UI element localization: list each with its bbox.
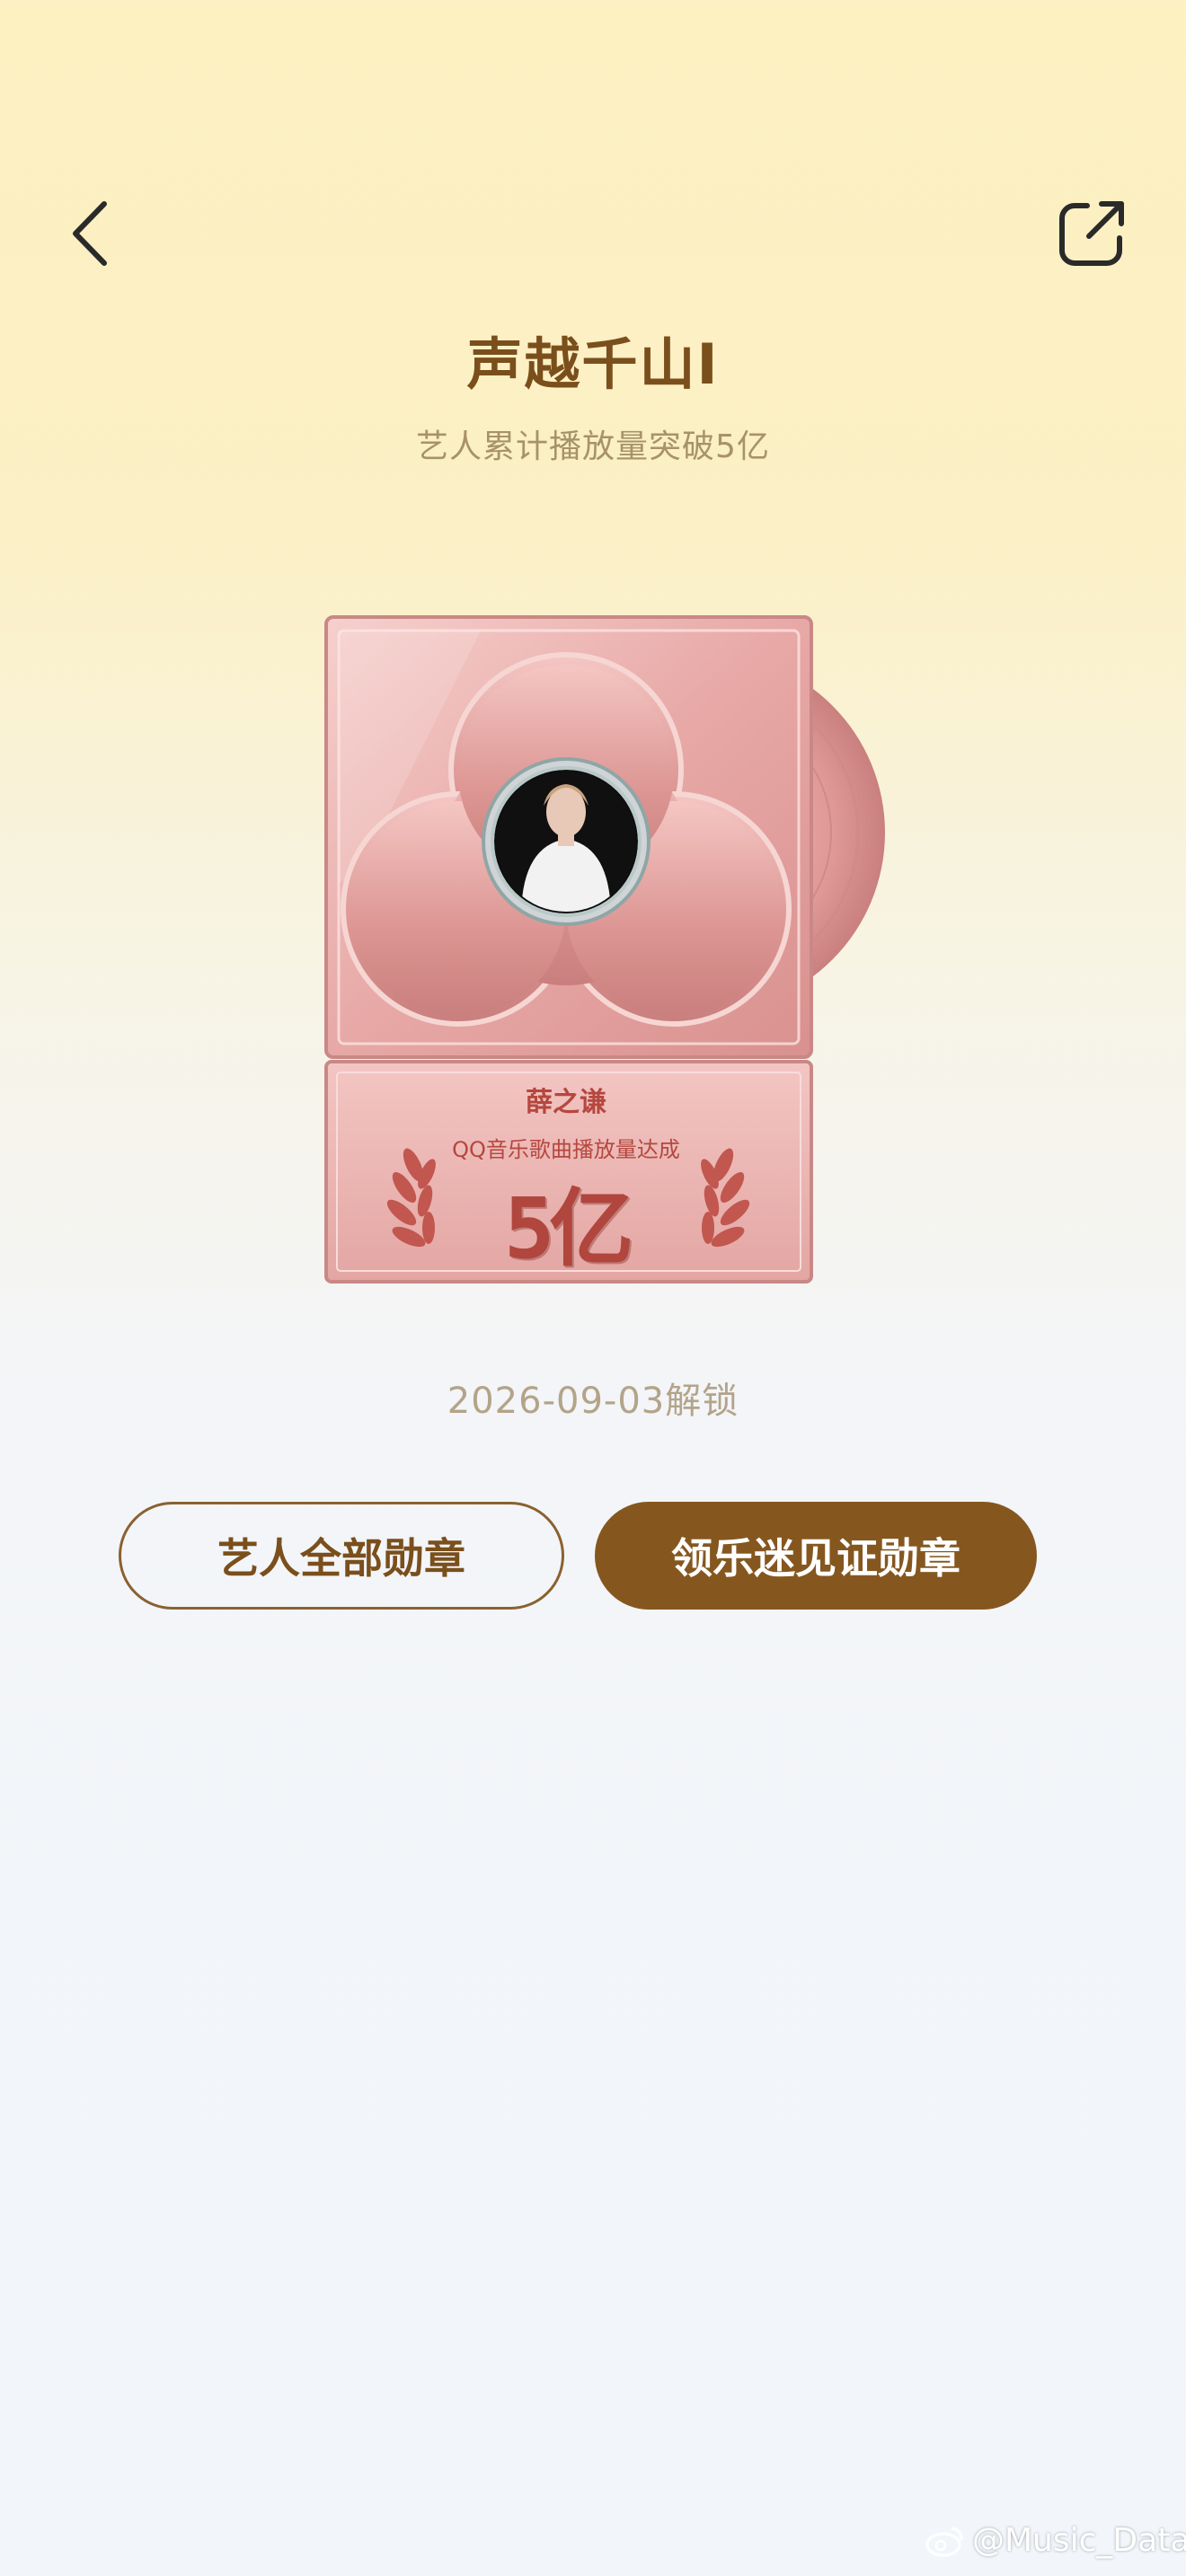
witness-medal-button[interactable]: 领乐迷见证勋章 [595, 1502, 1037, 1610]
medal-title: 声越千山I [466, 331, 720, 397]
medal-badge: 薛之谦 QQ音乐歌曲播放量达成 5亿 [319, 613, 894, 1295]
chevron-left-icon [73, 201, 107, 266]
all-medals-button[interactable]: 艺人全部勋章 [119, 1502, 564, 1610]
badge-artist-name: 薛之谦 [526, 1087, 606, 1118]
watermark: @Music_Data [925, 2522, 1186, 2559]
badge-caption: QQ音乐歌曲播放量达成 [452, 1137, 680, 1162]
medal-subtitle: 艺人累计播放量突破5亿 [416, 428, 770, 465]
share-button[interactable] [1042, 184, 1141, 283]
back-button[interactable] [45, 189, 135, 278]
weibo-icon [925, 2527, 963, 2556]
badge-value: 5亿 [503, 1180, 634, 1278]
watermark-text: @Music_Data [972, 2522, 1186, 2559]
unlock-date: 2026-09-03解锁 [447, 1381, 739, 1422]
share-external-icon [1059, 201, 1124, 266]
